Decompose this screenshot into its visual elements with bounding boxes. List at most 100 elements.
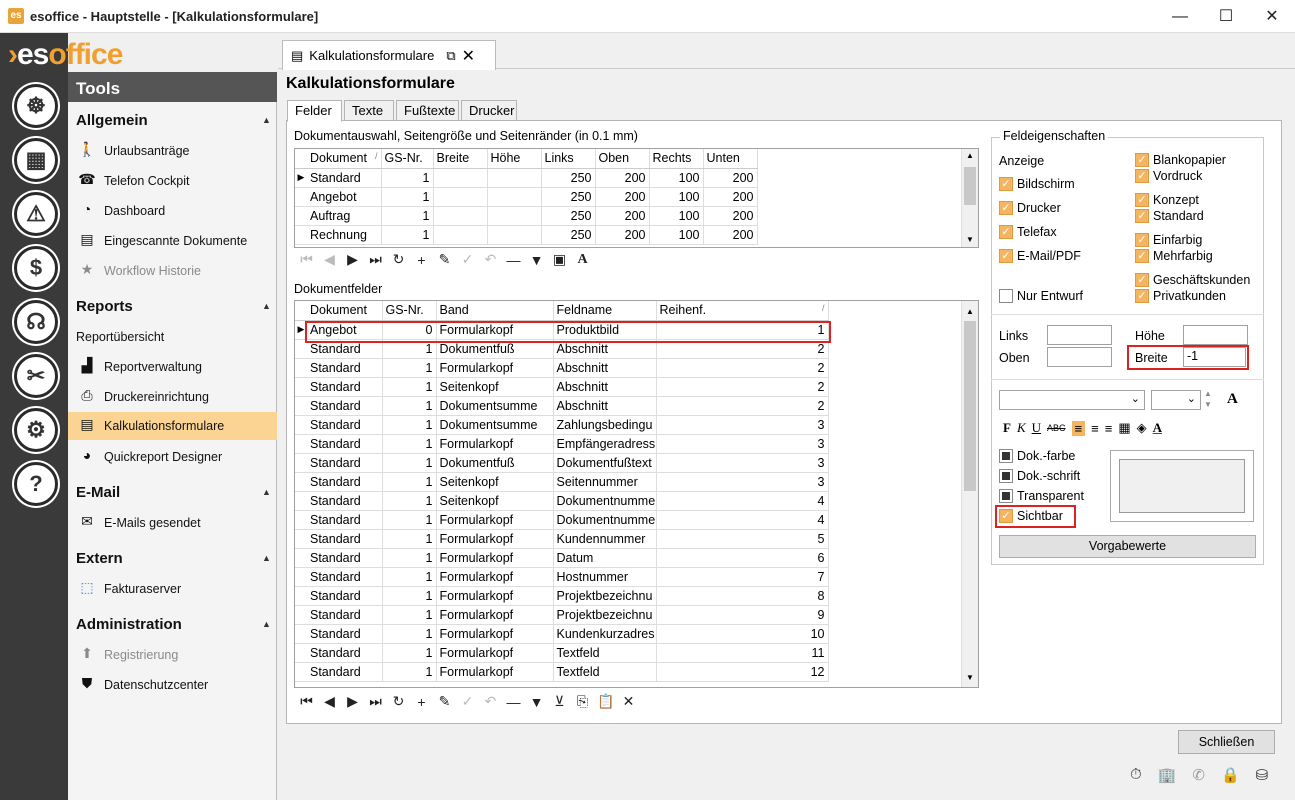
section-allgemein[interactable]: Allgemein bbox=[76, 112, 148, 129]
nav-dashboard[interactable]: ◔ Dashboard bbox=[76, 198, 276, 224]
copy-icon[interactable]: ⎘ bbox=[574, 693, 591, 710]
table-row[interactable]: Standard 1 Formularkopf Kundennummer 5 bbox=[295, 529, 829, 549]
table-cell[interactable]: 1 bbox=[382, 529, 437, 549]
column-header[interactable]: Links bbox=[541, 149, 596, 169]
table-cell[interactable]: Angebot bbox=[307, 187, 382, 207]
table-cell[interactable]: 7 bbox=[656, 567, 829, 587]
table-row[interactable]: ▶ Standard 1 250 200 100 200 bbox=[295, 168, 758, 188]
table-cell[interactable]: Abschnitt bbox=[553, 396, 657, 416]
table-cell[interactable]: Standard bbox=[307, 415, 383, 435]
table-cell[interactable]: Formularkopf bbox=[436, 548, 554, 568]
table-cell[interactable]: 1 bbox=[382, 586, 437, 606]
table-cell[interactable]: 200 bbox=[595, 187, 650, 207]
headset-icon[interactable]: ☊ bbox=[14, 300, 58, 344]
table-cell[interactable]: 1 bbox=[381, 168, 434, 188]
table-cell[interactable]: Formularkopf bbox=[436, 643, 554, 663]
font-size-select[interactable]: ⌄ bbox=[1151, 390, 1201, 410]
nav-urlaubsantraege[interactable]: 🚶 Urlaubsanträge bbox=[76, 138, 276, 164]
table-cell[interactable]: 1 bbox=[382, 453, 437, 473]
table-cell[interactable]: Seitennummer bbox=[553, 472, 657, 492]
checkbox-bildschirm[interactable]: ✓ Bildschirm bbox=[999, 177, 1075, 191]
table-cell[interactable]: Auftrag bbox=[307, 206, 382, 226]
table-cell[interactable]: Dokumentfußtext bbox=[553, 453, 657, 473]
table-cell[interactable]: Standard bbox=[307, 605, 383, 625]
table-cell[interactable]: 1 bbox=[382, 396, 437, 416]
collapse-caret-icon[interactable]: ▲ bbox=[262, 619, 271, 629]
table-cell[interactable]: 11 bbox=[656, 643, 829, 663]
help-icon[interactable]: ? bbox=[14, 462, 58, 506]
cancel-edit-icon[interactable]: ↶ bbox=[482, 693, 499, 710]
table-cell[interactable] bbox=[487, 206, 542, 226]
minimize-button[interactable]: — bbox=[1157, 0, 1203, 33]
nav-telefon-cockpit[interactable]: ☎ Telefon Cockpit bbox=[76, 168, 276, 194]
table-cell[interactable]: 1 bbox=[382, 491, 437, 511]
gears-icon[interactable]: ⚙ bbox=[14, 408, 58, 452]
scroll-down-icon[interactable]: ▼ bbox=[966, 235, 974, 244]
tools-icon[interactable]: ✂ bbox=[14, 354, 58, 398]
checkbox-vordruck[interactable]: ✓ Vordruck bbox=[1135, 169, 1202, 183]
table-cell[interactable]: 250 bbox=[541, 225, 596, 245]
table-cell[interactable]: Kundenkurzadres bbox=[553, 624, 657, 644]
tab-texte[interactable]: Texte bbox=[344, 100, 394, 121]
table-cell[interactable]: 200 bbox=[703, 225, 758, 245]
table-cell[interactable]: Empfängeradress bbox=[553, 434, 657, 454]
section-reports[interactable]: Reports bbox=[76, 298, 133, 315]
column-header[interactable]: Rechts bbox=[649, 149, 704, 169]
table-cell[interactable]: Formularkopf bbox=[436, 358, 554, 378]
table-cell[interactable] bbox=[433, 187, 488, 207]
table-row[interactable]: Standard 1 Dokumentsumme Abschnitt 2 bbox=[295, 396, 829, 416]
checkbox-privatkunden[interactable]: ✓ Privatkunden bbox=[1135, 289, 1226, 303]
add-record-icon[interactable]: + bbox=[413, 694, 430, 710]
nav-datenschutzcenter[interactable]: ⛊ Datenschutzcenter bbox=[76, 672, 276, 698]
table-cell[interactable]: 250 bbox=[541, 168, 596, 188]
table-cell[interactable]: Hostnummer bbox=[553, 567, 657, 587]
close-window-button[interactable]: ✕ bbox=[1249, 0, 1295, 33]
collapse-caret-icon[interactable]: ▲ bbox=[262, 487, 271, 497]
phone-icon[interactable]: ✆ bbox=[1192, 766, 1205, 784]
table-cell[interactable]: Standard bbox=[307, 643, 383, 663]
align-left-icon[interactable]: ≡ bbox=[1071, 420, 1086, 436]
collapse-caret-icon[interactable]: ▲ bbox=[262, 301, 271, 311]
table-cell[interactable]: 1 bbox=[382, 377, 437, 397]
next-record-icon[interactable]: ▶ bbox=[344, 693, 361, 710]
table-cell[interactable] bbox=[433, 225, 488, 245]
column-header[interactable]: Höhe bbox=[487, 149, 542, 169]
table-cell[interactable]: 2 bbox=[656, 396, 829, 416]
table-cell[interactable]: Standard bbox=[307, 491, 383, 511]
first-record-icon[interactable]: ⏮ bbox=[298, 693, 315, 710]
prev-record-icon[interactable]: ◀ bbox=[321, 251, 338, 268]
nav-quickreport-designer[interactable]: ◕ Quickreport Designer bbox=[76, 444, 276, 470]
nav-fakturaserver[interactable]: ⬚ Fakturaserver bbox=[76, 576, 276, 602]
scroll-up-icon[interactable]: ▲ bbox=[966, 151, 974, 160]
table-cell[interactable]: 250 bbox=[541, 187, 596, 207]
table-cell[interactable]: Standard bbox=[307, 529, 383, 549]
table-cell[interactable] bbox=[433, 206, 488, 226]
table-cell[interactable]: 200 bbox=[595, 168, 650, 188]
maximize-button[interactable]: ☐ bbox=[1203, 0, 1249, 33]
table-cell[interactable]: 12 bbox=[656, 662, 829, 682]
underline-icon[interactable]: U bbox=[1032, 420, 1041, 436]
column-header[interactable]: Dokument / bbox=[307, 149, 382, 169]
section-administration[interactable]: Administration bbox=[76, 616, 182, 633]
delete-icon[interactable]: ✕ bbox=[620, 693, 637, 710]
table-row[interactable]: Standard 1 Formularkopf Projektbezeichnu 8 bbox=[295, 586, 829, 606]
links-input[interactable] bbox=[1047, 325, 1112, 345]
table-cell[interactable]: 4 bbox=[656, 510, 829, 530]
checkbox-geschäftskunden[interactable]: ✓ Geschäftskunden bbox=[1135, 273, 1250, 287]
style-checkbox[interactable]: Transparent bbox=[999, 489, 1084, 503]
table-cell[interactable]: Formularkopf bbox=[436, 434, 554, 454]
table-row[interactable]: Standard 1 Seitenkopf Seitennummer 3 bbox=[295, 472, 829, 492]
table-cell[interactable]: 8 bbox=[656, 586, 829, 606]
table-cell[interactable]: 9 bbox=[656, 605, 829, 625]
checkbox-standard[interactable]: ✓ Standard bbox=[1135, 209, 1204, 223]
table-cell[interactable]: Formularkopf bbox=[436, 662, 554, 682]
table-row[interactable]: Standard 1 Formularkopf Empfängeradress 3 bbox=[295, 434, 829, 454]
table-cell[interactable]: 100 bbox=[649, 225, 704, 245]
style-checkbox[interactable]: Dok.-schrift bbox=[999, 469, 1080, 483]
column-header[interactable]: Feldname bbox=[553, 301, 657, 321]
section-extern[interactable]: Extern bbox=[76, 550, 123, 567]
scroll-down-icon[interactable]: ▼ bbox=[966, 673, 974, 682]
nav-druckereinrichtung[interactable]: ⎙ Druckereinrichtung bbox=[76, 384, 276, 410]
delete-record-icon[interactable]: — bbox=[505, 252, 522, 268]
table-cell[interactable]: Abschnitt bbox=[553, 358, 657, 378]
